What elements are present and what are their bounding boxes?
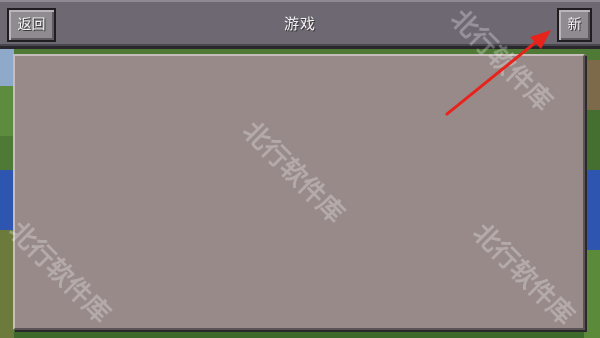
page-title: 游戏 <box>283 15 316 33</box>
worlds-list-panel <box>13 54 585 330</box>
new-button[interactable]: 新 <box>557 8 592 42</box>
top-bar: 返回 游戏 新 <box>0 0 600 49</box>
